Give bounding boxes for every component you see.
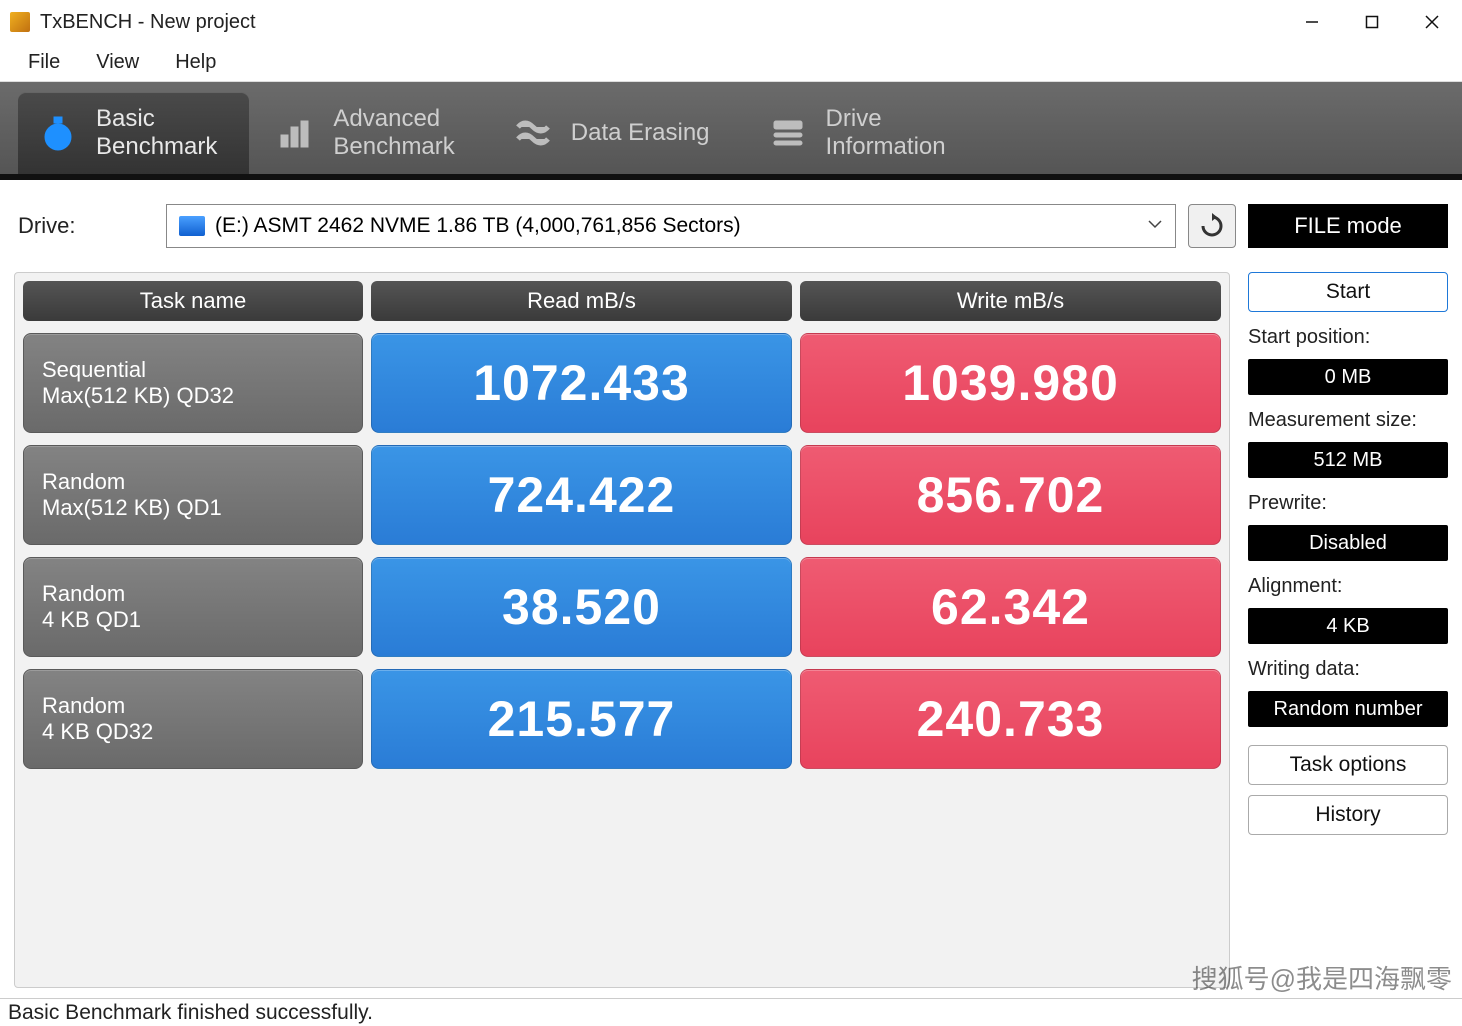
table-row: Random Max(512 KB) QD1 724.422 856.702	[23, 445, 1221, 545]
header-read: Read mB/s	[371, 281, 792, 321]
status-bar: Basic Benchmark finished successfully.	[0, 998, 1462, 1026]
menu-help[interactable]: Help	[157, 45, 234, 80]
benchmark-header: Task name Read mB/s Write mB/s	[23, 281, 1221, 321]
title-bar: TxBENCH - New project	[0, 0, 1462, 44]
task-cell[interactable]: Random Max(512 KB) QD1	[23, 445, 363, 545]
task-line1: Sequential	[42, 357, 344, 383]
table-row: Random 4 KB QD32 215.577 240.733	[23, 669, 1221, 769]
history-button[interactable]: History	[1248, 795, 1448, 835]
alignment-label: Alignment:	[1248, 575, 1448, 598]
tab-label-l1: Data Erasing	[571, 119, 710, 147]
window-title: TxBENCH - New project	[40, 11, 256, 34]
writing-data-label: Writing data:	[1248, 658, 1448, 681]
write-value: 62.342	[800, 557, 1221, 657]
drive-info-icon	[766, 111, 810, 155]
minimize-button[interactable]	[1282, 0, 1342, 44]
close-button[interactable]	[1402, 0, 1462, 44]
task-line1: Random	[42, 581, 344, 607]
header-task: Task name	[23, 281, 363, 321]
task-line1: Random	[42, 469, 344, 495]
drive-label: Drive:	[14, 213, 154, 239]
task-cell[interactable]: Random 4 KB QD32	[23, 669, 363, 769]
tab-label-l2: Benchmark	[96, 133, 217, 161]
drive-row: Drive: (E:) ASMT 2462 NVME 1.86 TB (4,00…	[14, 204, 1448, 248]
write-value: 856.702	[800, 445, 1221, 545]
task-cell[interactable]: Random 4 KB QD1	[23, 557, 363, 657]
start-position-label: Start position:	[1248, 326, 1448, 349]
writing-data-value[interactable]: Random number	[1248, 691, 1448, 727]
tab-label-l1: Basic	[96, 105, 217, 133]
tab-data-erasing[interactable]: Data Erasing	[493, 92, 742, 174]
app-icon	[10, 12, 30, 32]
main-area: Task name Read mB/s Write mB/s Sequentia…	[14, 272, 1448, 988]
tab-label-l1: Drive	[826, 105, 946, 133]
file-mode-button[interactable]: FILE mode	[1248, 204, 1448, 248]
prewrite-label: Prewrite:	[1248, 492, 1448, 515]
measurement-size-label: Measurement size:	[1248, 409, 1448, 432]
task-line2: Max(512 KB) QD1	[42, 495, 344, 521]
refresh-icon	[1199, 213, 1225, 239]
tab-basic-benchmark[interactable]: BasicBenchmark	[18, 92, 249, 174]
drive-select[interactable]: (E:) ASMT 2462 NVME 1.86 TB (4,000,761,8…	[166, 204, 1176, 248]
sidebar: Start Start position: 0 MB Measurement s…	[1248, 272, 1448, 988]
content-area: Drive: (E:) ASMT 2462 NVME 1.86 TB (4,00…	[0, 186, 1462, 998]
refresh-button[interactable]	[1188, 204, 1236, 248]
tab-advanced-benchmark[interactable]: AdvancedBenchmark	[255, 92, 486, 174]
menu-file[interactable]: File	[10, 45, 78, 80]
drive-select-value: (E:) ASMT 2462 NVME 1.86 TB (4,000,761,8…	[215, 214, 741, 238]
task-line2: 4 KB QD1	[42, 607, 344, 633]
start-button[interactable]: Start	[1248, 272, 1448, 312]
tab-label-l2: Information	[826, 133, 946, 161]
chevron-down-icon	[1147, 214, 1163, 238]
read-value: 1072.433	[371, 333, 792, 433]
task-line1: Random	[42, 693, 344, 719]
task-line2: Max(512 KB) QD32	[42, 383, 344, 409]
maximize-button[interactable]	[1342, 0, 1402, 44]
benchmark-table: Task name Read mB/s Write mB/s Sequentia…	[14, 272, 1230, 988]
table-row: Sequential Max(512 KB) QD32 1072.433 103…	[23, 333, 1221, 433]
tab-strip: BasicBenchmark AdvancedBenchmark Data Er…	[0, 82, 1462, 180]
tab-label-l1: Advanced	[333, 105, 454, 133]
read-value: 724.422	[371, 445, 792, 545]
bars-icon	[273, 111, 317, 155]
header-write: Write mB/s	[800, 281, 1221, 321]
read-value: 215.577	[371, 669, 792, 769]
status-text: Basic Benchmark finished successfully.	[8, 1001, 373, 1025]
drive-icon	[179, 216, 205, 236]
menu-view[interactable]: View	[78, 45, 157, 80]
read-value: 38.520	[371, 557, 792, 657]
write-value: 240.733	[800, 669, 1221, 769]
tab-drive-information[interactable]: DriveInformation	[748, 92, 978, 174]
table-row: Random 4 KB QD1 38.520 62.342	[23, 557, 1221, 657]
task-options-button[interactable]: Task options	[1248, 745, 1448, 785]
wave-icon	[511, 111, 555, 155]
alignment-value[interactable]: 4 KB	[1248, 608, 1448, 644]
menu-bar: File View Help	[0, 44, 1462, 82]
task-cell[interactable]: Sequential Max(512 KB) QD32	[23, 333, 363, 433]
task-line2: 4 KB QD32	[42, 719, 344, 745]
window-controls	[1282, 0, 1462, 44]
write-value: 1039.980	[800, 333, 1221, 433]
measurement-size-value[interactable]: 512 MB	[1248, 442, 1448, 478]
start-position-value[interactable]: 0 MB	[1248, 359, 1448, 395]
tab-label-l2: Benchmark	[333, 133, 454, 161]
stopwatch-icon	[36, 111, 80, 155]
prewrite-value[interactable]: Disabled	[1248, 525, 1448, 561]
